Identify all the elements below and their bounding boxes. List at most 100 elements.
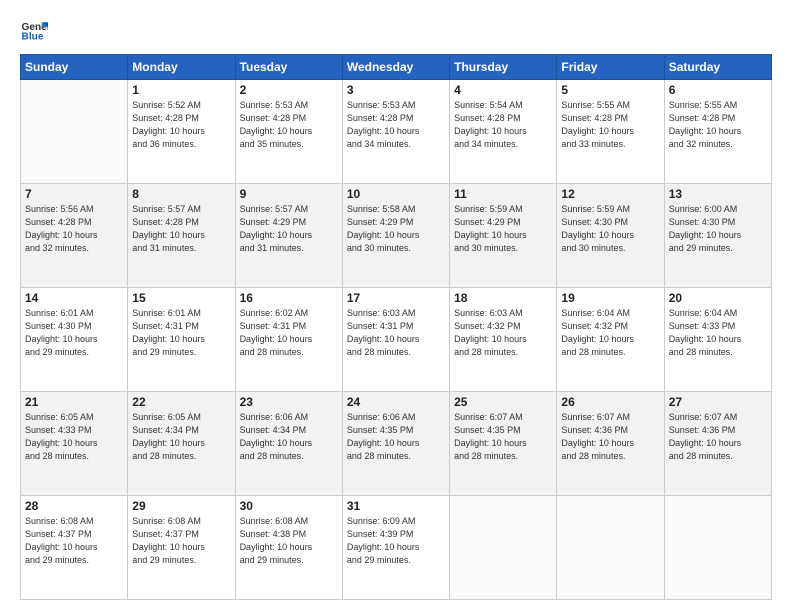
day-info: Sunrise: 6:08 AM Sunset: 4:37 PM Dayligh… [25,515,123,567]
day-number: 12 [561,187,659,201]
calendar-cell: 10 Sunrise: 5:58 AM Sunset: 4:29 PM Dayli… [342,184,449,288]
day-number: 24 [347,395,445,409]
day-info: Sunrise: 6:02 AM Sunset: 4:31 PM Dayligh… [240,307,338,359]
day-number: 28 [25,499,123,513]
calendar-cell: 6Sunrise: 5:55 AM Sunset: 4:28 PM Daylig… [664,80,771,184]
day-info: Sunrise: 6:06 AM Sunset: 4:35 PM Dayligh… [347,411,445,463]
calendar-cell: 18 Sunrise: 6:03 AM Sunset: 4:32 PM Dayli… [450,288,557,392]
day-info: Sunrise: 6:08 AM Sunset: 4:37 PM Dayligh… [132,515,230,567]
day-info: Sunrise: 6:07 AM Sunset: 4:35 PM Dayligh… [454,411,552,463]
day-number: 8 [132,187,230,201]
day-info: Sunrise: 5:53 AM Sunset: 4:28 PM Dayligh… [240,99,338,151]
logo: General Blue [20,16,52,44]
day-number: 21 [25,395,123,409]
day-number: 5 [561,83,659,97]
page: General Blue SundayMondayTuesdayWednesda… [0,0,792,612]
day-number: 20 [669,291,767,305]
day-info: Sunrise: 5:59 AM Sunset: 4:30 PM Dayligh… [561,203,659,255]
day-number: 25 [454,395,552,409]
calendar-cell: 2 Sunrise: 5:53 AM Sunset: 4:28 PM Daylig… [235,80,342,184]
calendar-week-4: 21Sunrise: 6:05 AM Sunset: 4:33 PM Dayli… [21,392,772,496]
calendar-cell: 30Sunrise: 6:08 AM Sunset: 4:38 PM Dayli… [235,496,342,600]
calendar-cell: 15Sunrise: 6:01 AM Sunset: 4:31 PM Dayli… [128,288,235,392]
day-number: 29 [132,499,230,513]
day-number: 18 [454,291,552,305]
calendar-cell [21,80,128,184]
day-number: 31 [347,499,445,513]
calendar-cell: 5 Sunrise: 5:55 AM Sunset: 4:28 PM Daylig… [557,80,664,184]
calendar-cell [557,496,664,600]
weekday-header-saturday: Saturday [664,55,771,80]
logo-icon: General Blue [20,16,48,44]
calendar-cell: 24 Sunrise: 6:06 AM Sunset: 4:35 PM Dayli… [342,392,449,496]
day-info: Sunrise: 6:03 AM Sunset: 4:31 PM Dayligh… [347,307,445,359]
calendar-cell: 27 Sunrise: 6:07 AM Sunset: 4:36 PM Dayli… [664,392,771,496]
day-info: Sunrise: 6:04 AM Sunset: 4:32 PM Dayligh… [561,307,659,359]
day-info: Sunrise: 5:57 AM Sunset: 4:28 PM Dayligh… [132,203,230,255]
calendar-week-1: 1Sunrise: 5:52 AM Sunset: 4:28 PM Daylig… [21,80,772,184]
calendar-cell: 11Sunrise: 5:59 AM Sunset: 4:29 PM Dayli… [450,184,557,288]
day-info: Sunrise: 5:58 AM Sunset: 4:29 PM Dayligh… [347,203,445,255]
day-number: 7 [25,187,123,201]
calendar-cell: 25 Sunrise: 6:07 AM Sunset: 4:35 PM Dayli… [450,392,557,496]
day-info: Sunrise: 5:57 AM Sunset: 4:29 PM Dayligh… [240,203,338,255]
calendar-cell: 26Sunrise: 6:07 AM Sunset: 4:36 PM Dayli… [557,392,664,496]
weekday-header-sunday: Sunday [21,55,128,80]
calendar-cell: 23 Sunrise: 6:06 AM Sunset: 4:34 PM Dayli… [235,392,342,496]
day-number: 30 [240,499,338,513]
day-number: 17 [347,291,445,305]
calendar-week-3: 14Sunrise: 6:01 AM Sunset: 4:30 PM Dayli… [21,288,772,392]
day-number: 13 [669,187,767,201]
day-info: Sunrise: 6:09 AM Sunset: 4:39 PM Dayligh… [347,515,445,567]
calendar-cell: 9 Sunrise: 5:57 AM Sunset: 4:29 PM Daylig… [235,184,342,288]
calendar-cell [450,496,557,600]
calendar-cell: 4 Sunrise: 5:54 AM Sunset: 4:28 PM Daylig… [450,80,557,184]
day-number: 19 [561,291,659,305]
day-info: Sunrise: 5:56 AM Sunset: 4:28 PM Dayligh… [25,203,123,255]
calendar-cell: 29 Sunrise: 6:08 AM Sunset: 4:37 PM Dayli… [128,496,235,600]
day-info: Sunrise: 5:59 AM Sunset: 4:29 PM Dayligh… [454,203,552,255]
header: General Blue [20,16,772,44]
day-info: Sunrise: 5:54 AM Sunset: 4:28 PM Dayligh… [454,99,552,151]
day-number: 22 [132,395,230,409]
day-info: Sunrise: 6:04 AM Sunset: 4:33 PM Dayligh… [669,307,767,359]
weekday-header-friday: Friday [557,55,664,80]
day-info: Sunrise: 5:53 AM Sunset: 4:28 PM Dayligh… [347,99,445,151]
calendar-cell: 8 Sunrise: 5:57 AM Sunset: 4:28 PM Daylig… [128,184,235,288]
day-number: 6 [669,83,767,97]
weekday-header-wednesday: Wednesday [342,55,449,80]
day-number: 27 [669,395,767,409]
weekday-header-row: SundayMondayTuesdayWednesdayThursdayFrid… [21,55,772,80]
calendar-cell: 14Sunrise: 6:01 AM Sunset: 4:30 PM Dayli… [21,288,128,392]
calendar-cell: 28 Sunrise: 6:08 AM Sunset: 4:37 PM Dayli… [21,496,128,600]
day-info: Sunrise: 5:55 AM Sunset: 4:28 PM Dayligh… [561,99,659,151]
calendar-cell: 17 Sunrise: 6:03 AM Sunset: 4:31 PM Dayli… [342,288,449,392]
weekday-header-tuesday: Tuesday [235,55,342,80]
calendar-cell: 22Sunrise: 6:05 AM Sunset: 4:34 PM Dayli… [128,392,235,496]
day-number: 10 [347,187,445,201]
calendar-cell: 31 Sunrise: 6:09 AM Sunset: 4:39 PM Dayli… [342,496,449,600]
day-info: Sunrise: 6:01 AM Sunset: 4:31 PM Dayligh… [132,307,230,359]
day-info: Sunrise: 6:03 AM Sunset: 4:32 PM Dayligh… [454,307,552,359]
day-number: 4 [454,83,552,97]
calendar-cell: 16Sunrise: 6:02 AM Sunset: 4:31 PM Dayli… [235,288,342,392]
svg-text:Blue: Blue [22,31,44,42]
calendar-cell: 20 Sunrise: 6:04 AM Sunset: 4:33 PM Dayli… [664,288,771,392]
weekday-header-monday: Monday [128,55,235,80]
calendar-cell: 3 Sunrise: 5:53 AM Sunset: 4:28 PM Daylig… [342,80,449,184]
day-info: Sunrise: 6:06 AM Sunset: 4:34 PM Dayligh… [240,411,338,463]
calendar-cell: 1Sunrise: 5:52 AM Sunset: 4:28 PM Daylig… [128,80,235,184]
day-number: 2 [240,83,338,97]
day-number: 9 [240,187,338,201]
calendar-cell: 7 Sunrise: 5:56 AM Sunset: 4:28 PM Daylig… [21,184,128,288]
calendar-cell [664,496,771,600]
day-info: Sunrise: 6:00 AM Sunset: 4:30 PM Dayligh… [669,203,767,255]
day-info: Sunrise: 5:52 AM Sunset: 4:28 PM Dayligh… [132,99,230,151]
day-number: 26 [561,395,659,409]
calendar-table: SundayMondayTuesdayWednesdayThursdayFrid… [20,54,772,600]
day-number: 3 [347,83,445,97]
weekday-header-thursday: Thursday [450,55,557,80]
calendar-week-2: 7 Sunrise: 5:56 AM Sunset: 4:28 PM Daylig… [21,184,772,288]
day-number: 23 [240,395,338,409]
day-info: Sunrise: 6:07 AM Sunset: 4:36 PM Dayligh… [669,411,767,463]
